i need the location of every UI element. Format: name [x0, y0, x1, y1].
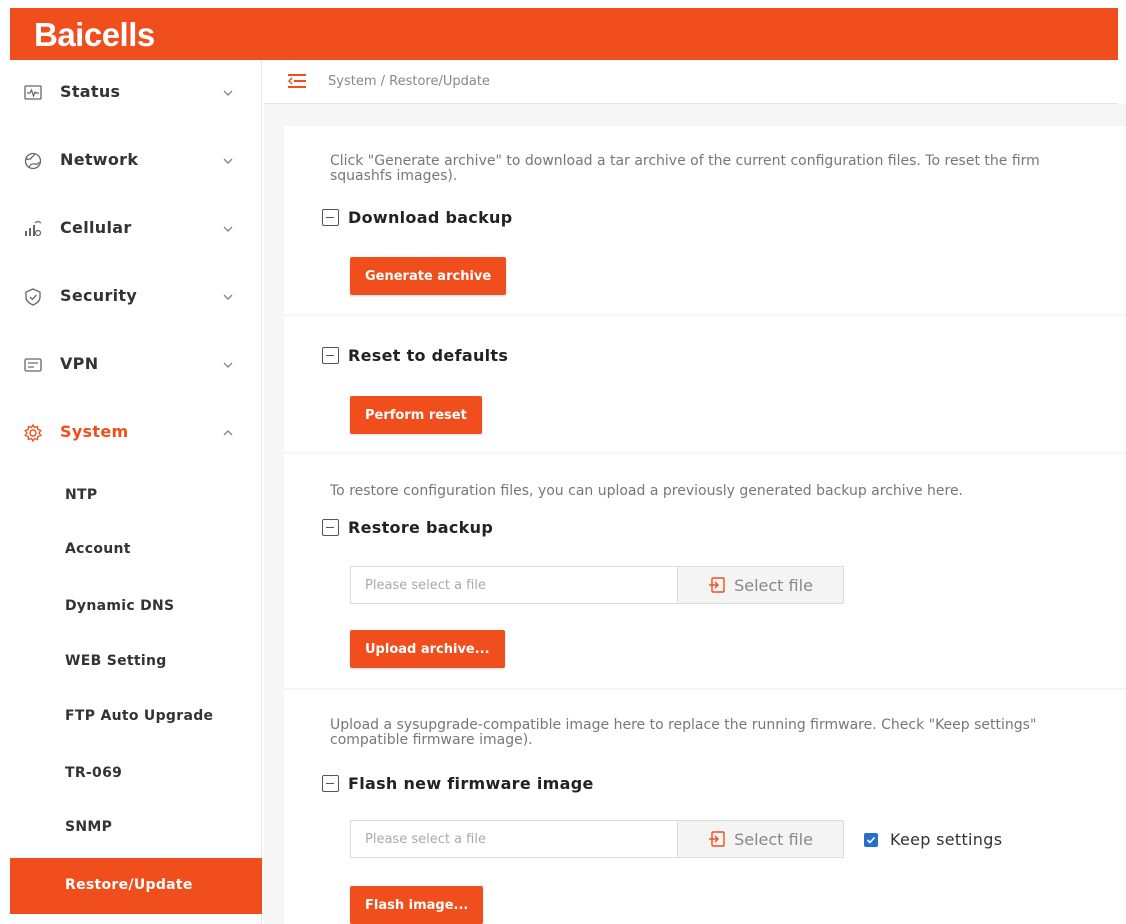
section-title: Reset to defaults [348, 346, 509, 365]
sidebar-subitem-snmp[interactable]: SNMP [10, 806, 262, 850]
flash-image-button[interactable]: Flash image... [350, 886, 484, 924]
sidebar-item-security[interactable]: Security [10, 272, 262, 322]
sidebar-subitem-label: SNMP [65, 819, 113, 835]
collapse-minus-icon[interactable] [322, 347, 339, 364]
chevron-down-icon [223, 294, 233, 300]
sidebar-subitem-ftp-auto-upgrade[interactable]: FTP Auto Upgrade [10, 695, 262, 739]
sidebar-item-label: System [60, 422, 129, 441]
upload-archive-button[interactable]: Upload archive... [350, 630, 505, 668]
reset-defaults-header: Reset to defaults [322, 346, 508, 365]
monitor-wave-icon [24, 85, 42, 100]
sidebar-subitem-label: WEB Setting [65, 653, 167, 669]
download-description-line1: Click "Generate archive" to download a t… [330, 153, 1040, 169]
select-file-label: Select file [734, 829, 813, 849]
sidebar-item-cellular[interactable]: Cellular [10, 204, 262, 254]
breadcrumb-bar: System / Restore/Update [264, 60, 1118, 104]
generate-archive-button[interactable]: Generate archive [350, 257, 507, 295]
chevron-up-icon [223, 430, 233, 436]
flash-description-line2: compatible firmware image). [330, 732, 533, 748]
sidebar-item-label: VPN [60, 354, 99, 373]
sidebar-subitem-account[interactable]: Account [10, 528, 262, 572]
breadcrumb: System / Restore/Update [328, 74, 490, 89]
download-backup-header: Download backup [322, 208, 512, 227]
sidebar-item-label: Security [60, 286, 138, 305]
baicells-logo: Baicells [34, 16, 155, 53]
download-backup-card: Click "Generate archive" to download a t… [284, 126, 1126, 314]
flash-file-picker: Select file [350, 820, 844, 858]
select-file-label: Select file [734, 575, 813, 595]
chevron-down-icon [223, 158, 233, 164]
sidebar-subitem-label: TR-069 [65, 765, 123, 781]
perform-reset-button[interactable]: Perform reset [350, 396, 482, 434]
flash-firmware-header: Flash new firmware image [322, 774, 594, 793]
restore-file-input[interactable] [351, 567, 677, 603]
flash-firmware-card: Upload a sysupgrade-compatible image her… [284, 690, 1126, 924]
menu-collapse-icon[interactable] [288, 74, 306, 88]
reset-defaults-card: Reset to defaults Perform reset [284, 316, 1126, 452]
restore-file-picker: Select file [350, 566, 844, 604]
sidebar-item-network[interactable]: Network [10, 136, 262, 186]
sidebar-item-vpn[interactable]: VPN [10, 340, 262, 390]
sidebar-subitem-dynamic-dns[interactable]: Dynamic DNS [10, 585, 262, 629]
restore-backup-header: Restore backup [322, 518, 493, 537]
sidebar-item-status[interactable]: Status [10, 68, 262, 118]
download-description-line2: squashfs images). [330, 168, 458, 184]
restore-description: To restore configuration files, you can … [330, 483, 964, 499]
sidebar-subitem-label: FTP Auto Upgrade [65, 708, 214, 724]
sidebar-subitem-label: Restore/Update [65, 877, 193, 893]
globe-icon [24, 152, 42, 170]
vpn-box-icon [24, 358, 42, 372]
collapse-minus-icon[interactable] [322, 775, 339, 792]
gear-icon [24, 423, 42, 443]
section-title: Download backup [348, 208, 513, 227]
signal-bars-icon [25, 220, 42, 237]
restore-select-file-button[interactable]: Select file [677, 567, 843, 603]
collapse-minus-icon[interactable] [322, 519, 339, 536]
checkbox-checked-icon[interactable] [864, 832, 878, 847]
section-title: Flash new firmware image [348, 774, 594, 793]
flash-file-input[interactable] [351, 821, 677, 857]
sidebar-item-label: Cellular [60, 218, 132, 237]
section-title: Restore backup [348, 518, 494, 537]
sidebar-nav: Status Network Cellular Security VPN Sys… [10, 60, 262, 924]
sidebar-subitem-label: Account [65, 541, 131, 557]
sidebar-subitem-web-setting[interactable]: WEB Setting [10, 640, 262, 684]
shield-check-icon [25, 288, 41, 306]
sidebar-subitem-label: NTP [65, 487, 98, 503]
sidebar-item-label: Status [60, 82, 121, 101]
sidebar-subitem-label: Dynamic DNS [65, 598, 175, 614]
chevron-down-icon [223, 90, 233, 96]
chevron-down-icon [223, 362, 233, 368]
file-import-icon [709, 577, 725, 593]
keep-settings-checkbox[interactable]: Keep settings [864, 830, 1002, 849]
sidebar-subitem-restore-update[interactable]: Restore/Update [10, 858, 262, 914]
top-header-bar: Baicells [10, 8, 1118, 60]
flash-select-file-button[interactable]: Select file [677, 821, 843, 857]
sidebar-subitem-tr-069[interactable]: TR-069 [10, 752, 262, 796]
file-import-icon [709, 831, 725, 847]
flash-description-line1: Upload a sysupgrade-compatible image her… [330, 717, 1037, 733]
restore-backup-card: To restore configuration files, you can … [284, 454, 1126, 688]
keep-settings-label: Keep settings [890, 830, 1003, 849]
chevron-down-icon [223, 226, 233, 232]
sidebar-item-label: Network [60, 150, 139, 169]
sidebar-item-system[interactable]: System [10, 408, 262, 458]
collapse-minus-icon[interactable] [322, 209, 339, 226]
main-content: Click "Generate archive" to download a t… [264, 104, 1126, 924]
sidebar-subitem-ntp[interactable]: NTP [10, 474, 262, 518]
